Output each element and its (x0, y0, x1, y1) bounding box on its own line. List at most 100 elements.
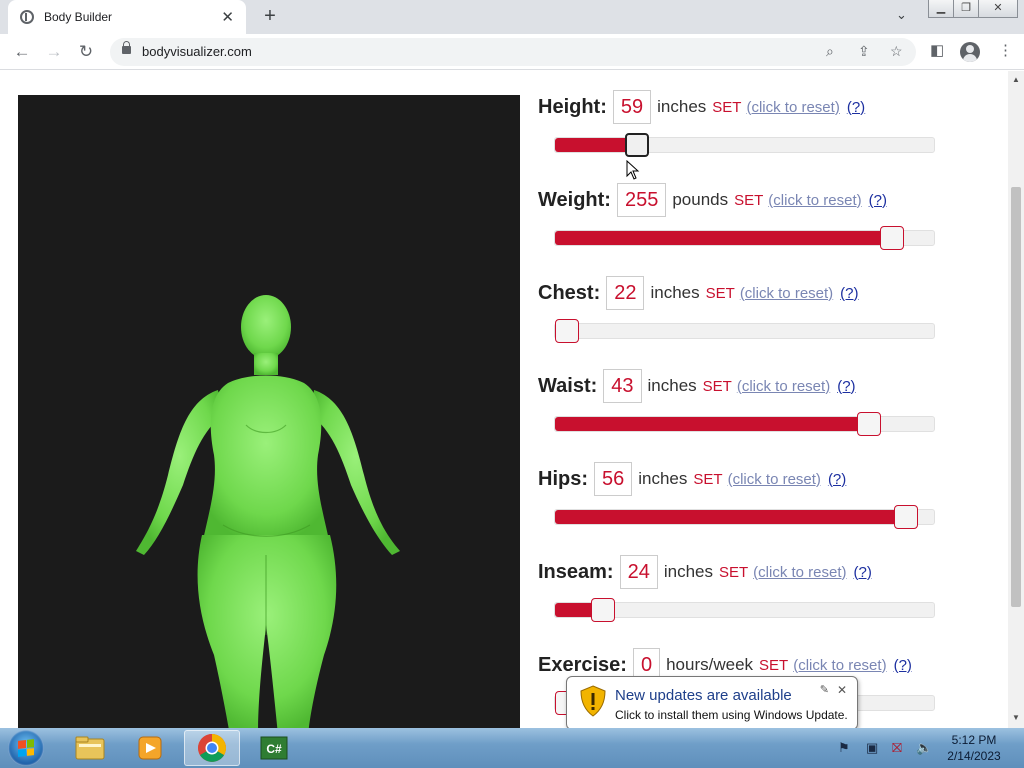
windows-logo-icon (18, 739, 34, 757)
slider-handle[interactable] (856, 412, 881, 436)
system-clock[interactable]: 5:12 PM 2/14/2023 (940, 732, 1008, 764)
explorer-taskbar-button[interactable] (62, 730, 118, 766)
set-indicator: SET (702, 377, 732, 395)
url-text: bodyvisualizer.com (142, 44, 252, 59)
hips-value-input[interactable]: 56 (594, 462, 633, 496)
inseam-label: Inseam: (538, 560, 614, 583)
inseam-slider[interactable] (554, 598, 935, 622)
height-reset-link[interactable]: (click to reset) (746, 99, 839, 116)
waist-help-link[interactable]: (?) (837, 378, 855, 395)
chest-label: Chest: (538, 281, 601, 304)
new-tab-button[interactable]: + (260, 5, 280, 28)
security-alert-icon[interactable]: ⛝ (892, 740, 902, 756)
minimize-icon[interactable]: ▁ (928, 0, 954, 18)
scrollbar-thumb[interactable] (1011, 187, 1021, 607)
start-button[interactable] (8, 730, 44, 766)
page-content: Height: 59 inches SET (click to reset) (?) Wei… (0, 71, 1008, 728)
weight-label: Weight: (538, 188, 611, 211)
control-row: Inseam: 24 inches SET (click to reset) (?) (538, 555, 872, 589)
vertical-scrollbar[interactable]: ▲ ▼ (1008, 71, 1024, 728)
chrome-icon (198, 734, 226, 762)
csharp-taskbar-button[interactable]: C# (246, 730, 302, 766)
restore-icon[interactable]: ❐ (953, 0, 979, 18)
height-help-link[interactable]: (?) (847, 99, 865, 116)
weight-reset-link[interactable]: (click to reset) (768, 192, 861, 209)
media-player-taskbar-button[interactable] (122, 730, 178, 766)
close-tab-icon[interactable]: ✕ (221, 8, 234, 26)
chest-slider[interactable] (554, 319, 935, 343)
body-model-viewer[interactable] (18, 95, 520, 728)
control-row: Waist: 43 inches SET (click to reset) (?) (538, 369, 856, 403)
slider-handle[interactable] (555, 319, 579, 343)
folder-icon (75, 736, 105, 760)
exercise-reset-link[interactable]: (click to reset) (793, 657, 886, 674)
hips-unit: inches (638, 469, 688, 488)
set-indicator: SET (718, 563, 749, 581)
control-row: Hips: 56 inches SET (click to reset) (?) (538, 462, 846, 496)
hips-reset-link[interactable]: (click to reset) (728, 471, 821, 488)
forward-icon[interactable]: → (44, 42, 64, 62)
control-weight: Weight: 255 pounds SET (click to reset) (?) (538, 183, 998, 275)
waist-value-input[interactable]: 43 (603, 369, 642, 403)
slider-handle[interactable] (624, 133, 649, 157)
weight-value-input[interactable]: 255 (616, 183, 667, 217)
address-bar[interactable]: bodyvisualizer.com ⌕ ⇪ ☆ (110, 38, 916, 66)
pin-icon[interactable]: ✎ (820, 683, 829, 696)
share-icon[interactable]: ⇪ (858, 43, 870, 60)
tab-search-icon[interactable]: ⌄ (896, 7, 907, 23)
volume-icon[interactable]: 🔈 (916, 740, 932, 756)
scroll-down-icon[interactable]: ▼ (1012, 713, 1020, 722)
close-window-icon[interactable]: ✕ (978, 0, 1018, 18)
control-row: Height: 59 inches SET (click to reset) (?) (538, 90, 865, 124)
waist-slider[interactable] (554, 412, 935, 436)
height-label: Height: (538, 95, 607, 118)
slider-handle[interactable] (590, 598, 615, 622)
windows-taskbar: C# ⚑ ▣ ⛝ 🔈 5:12 PM 2/14/2023 (0, 728, 1024, 768)
slider-handle[interactable] (879, 226, 904, 250)
clock-time: 5:12 PM (951, 733, 997, 747)
control-waist: Waist: 43 inches SET (click to reset) (?) (538, 369, 998, 461)
profile-avatar[interactable] (960, 42, 980, 62)
back-icon[interactable]: ← (12, 42, 32, 62)
hips-help-link[interactable]: (?) (828, 471, 846, 488)
weight-slider[interactable] (554, 226, 935, 250)
control-chest: Chest: 22 inches SET (click to reset) (?) (538, 276, 998, 368)
notification-close-icon[interactable]: ✕ (837, 683, 847, 697)
body-model (136, 295, 400, 728)
set-indicator: SET (759, 656, 789, 674)
action-center-icon[interactable]: ⚑ (838, 740, 850, 756)
exercise-help-link[interactable]: (?) (894, 657, 912, 674)
waist-reset-link[interactable]: (click to reset) (737, 378, 830, 395)
media-player-icon (138, 736, 162, 760)
height-value-input[interactable]: 59 (612, 90, 652, 124)
chrome-taskbar-button[interactable] (184, 730, 240, 766)
weight-help-link[interactable]: (?) (869, 192, 887, 209)
slider-fill (555, 417, 869, 431)
side-panel-icon[interactable]: ◧ (930, 41, 944, 59)
chest-value-input[interactable]: 22 (606, 276, 645, 310)
height-slider[interactable] (554, 133, 935, 157)
inseam-help-link[interactable]: (?) (854, 564, 872, 581)
network-icon[interactable]: ▣ (866, 740, 878, 756)
chest-reset-link[interactable]: (click to reset) (740, 285, 833, 302)
notification-title: New updates are available (615, 687, 792, 704)
set-indicator: SET (712, 98, 742, 116)
inseam-reset-link[interactable]: (click to reset) (753, 564, 846, 581)
slider-fill (555, 510, 907, 524)
scroll-up-icon[interactable]: ▲ (1012, 75, 1020, 84)
search-icon[interactable]: ⌕ (826, 43, 834, 60)
height-unit: inches (657, 97, 707, 116)
warning-shield-icon (580, 685, 606, 717)
exercise-label: Exercise: (538, 653, 627, 676)
menu-icon[interactable]: ⋮ (998, 41, 1013, 59)
hips-slider[interactable] (554, 505, 935, 529)
bookmark-star-icon[interactable]: ☆ (890, 43, 903, 60)
tab-body-builder[interactable]: Body Builder ✕ (8, 0, 246, 34)
weight-unit: pounds (672, 190, 729, 209)
slider-handle[interactable] (894, 505, 919, 529)
reload-icon[interactable]: ↻ (76, 42, 96, 62)
control-hips: Hips: 56 inches SET (click to reset) (?) (538, 462, 998, 554)
inseam-value-input[interactable]: 24 (619, 555, 658, 589)
chest-help-link[interactable]: (?) (840, 285, 858, 302)
update-notification[interactable]: New updates are available Click to insta… (566, 676, 858, 740)
